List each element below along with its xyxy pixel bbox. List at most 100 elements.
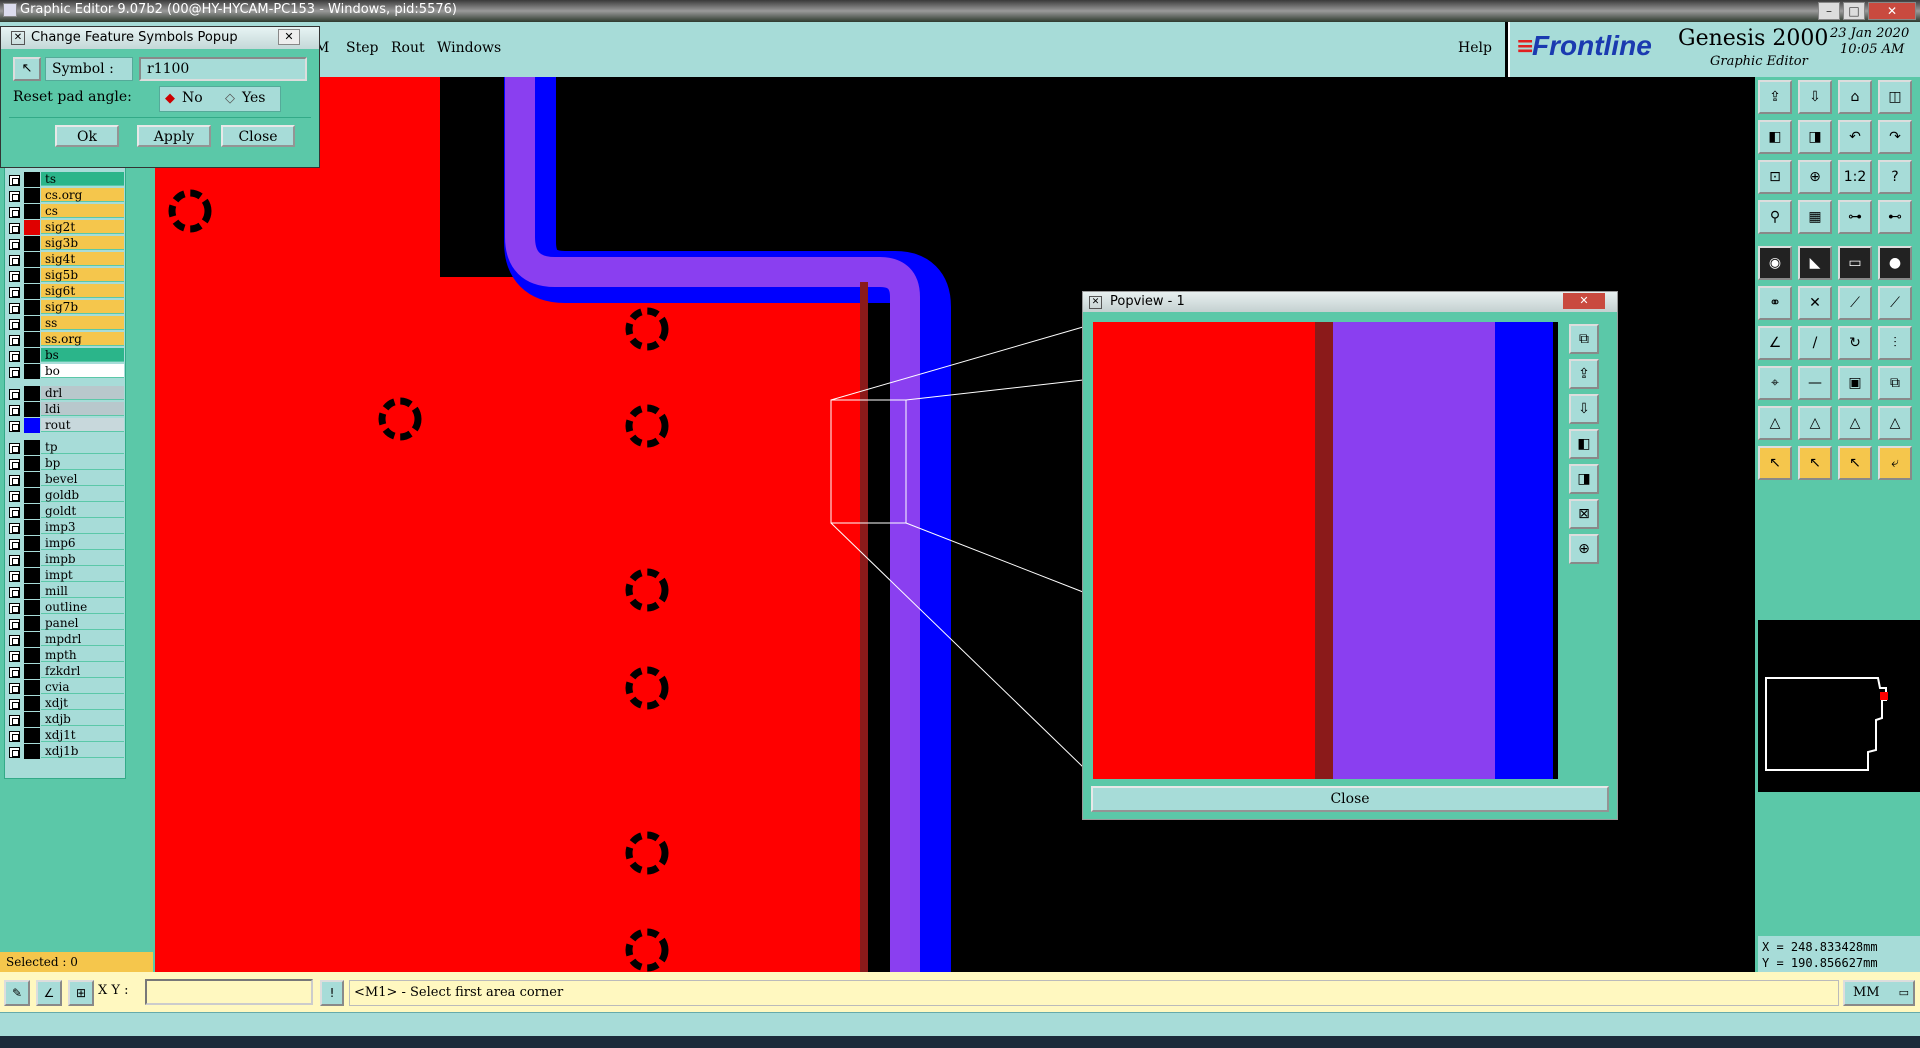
layer-row-impt[interactable]: impt: [4, 568, 124, 583]
layer-checkbox[interactable]: [9, 555, 20, 566]
triangle3-icon[interactable]: △: [1838, 406, 1872, 440]
open-icon[interactable]: ⇪: [1758, 80, 1792, 114]
layer-row-cs[interactable]: cs: [4, 204, 124, 219]
layer-row-bs[interactable]: bs: [4, 348, 124, 363]
layer-name[interactable]: mill: [41, 584, 124, 598]
triangle4-icon[interactable]: △: [1878, 406, 1912, 440]
split-icon[interactable]: ◫: [1878, 80, 1912, 114]
layer-name[interactable]: sig2t: [41, 220, 124, 234]
layer-name[interactable]: fzkdrl: [41, 664, 124, 678]
menu-item-help[interactable]: Help: [1458, 40, 1492, 56]
layer-row-imp6[interactable]: imp6: [4, 536, 124, 551]
angle-icon[interactable]: ∠: [36, 980, 62, 1006]
layer-name[interactable]: bs: [41, 348, 124, 362]
layer-row-drl[interactable]: drl: [4, 386, 124, 401]
layer-row-goldb[interactable]: goldb: [4, 488, 124, 503]
overview-map[interactable]: [1758, 620, 1920, 792]
connect-icon[interactable]: ⟋: [1838, 286, 1872, 320]
layer-row-sig6t[interactable]: sig6t: [4, 284, 124, 299]
home-icon[interactable]: ⌂: [1838, 80, 1872, 114]
measure-icon[interactable]: ⊶: [1838, 200, 1872, 234]
layer-name[interactable]: sig3b: [41, 236, 124, 250]
symbol-input[interactable]: r1100: [139, 57, 307, 81]
layer-checkbox[interactable]: [9, 459, 20, 470]
slash-icon[interactable]: /: [1798, 326, 1832, 360]
layer-checkbox[interactable]: [9, 239, 20, 250]
layer-name[interactable]: xdjt: [41, 696, 124, 710]
ok-button[interactable]: Ok: [55, 125, 119, 147]
layer-name[interactable]: xdj1b: [41, 744, 124, 758]
box-icon[interactable]: ▣: [1838, 366, 1872, 400]
popview-center-icon[interactable]: ⊕: [1569, 534, 1599, 564]
layer-row-imp3[interactable]: imp3: [4, 520, 124, 535]
layer-checkbox[interactable]: [9, 335, 20, 346]
zoom-center-icon[interactable]: ⊕: [1798, 160, 1832, 194]
rotate-icon[interactable]: ↻: [1838, 326, 1872, 360]
layer-row-xdjt[interactable]: xdjt: [4, 696, 124, 711]
layer-name[interactable]: cs: [41, 204, 124, 218]
layer-checkbox[interactable]: [9, 699, 20, 710]
grid-icon[interactable]: ▦: [1798, 200, 1832, 234]
popview-close-icon[interactable]: ✕: [1563, 293, 1605, 309]
close-window-button[interactable]: ✕: [1868, 2, 1916, 20]
layer-checkbox[interactable]: [9, 715, 20, 726]
layer-checkbox[interactable]: [9, 507, 20, 518]
undo-icon[interactable]: ↶: [1838, 120, 1872, 154]
popview-fit-icon[interactable]: ⊠: [1569, 499, 1599, 529]
layer-checkbox[interactable]: [9, 303, 20, 314]
layer-row-xdj1t[interactable]: xdj1t: [4, 728, 124, 743]
layer-row-cs-org[interactable]: cs.org: [4, 188, 124, 203]
line-icon[interactable]: ◣: [1798, 246, 1832, 280]
layer-name[interactable]: sig6t: [41, 284, 124, 298]
layer-checkbox[interactable]: [9, 405, 20, 416]
select3-icon[interactable]: ↖: [1838, 446, 1872, 480]
layer-name[interactable]: mpth: [41, 648, 124, 662]
layer-checkbox[interactable]: [9, 223, 20, 234]
layer-name[interactable]: ss: [41, 316, 124, 330]
connect2-icon[interactable]: ⟋: [1878, 286, 1912, 320]
popview-open-icon[interactable]: ⇪: [1569, 359, 1599, 389]
layer-name[interactable]: bevel: [41, 472, 124, 486]
popview-left-icon[interactable]: ◧: [1569, 429, 1599, 459]
layer-name[interactable]: rout: [41, 418, 124, 432]
layer-checkbox[interactable]: [9, 587, 20, 598]
angle-icon[interactable]: ∠: [1758, 326, 1792, 360]
layer-name[interactable]: ldi: [41, 402, 124, 416]
drill-icon[interactable]: ⌖: [1758, 366, 1792, 400]
radio-yes-icon[interactable]: ◇: [225, 91, 235, 106]
layer-name[interactable]: sig4t: [41, 252, 124, 266]
layer-row-goldt[interactable]: goldt: [4, 504, 124, 519]
layer-checkbox[interactable]: [9, 635, 20, 646]
layer-row-ldi[interactable]: ldi: [4, 402, 124, 417]
pick-symbol-icon[interactable]: ↖: [13, 57, 41, 81]
layer-name[interactable]: cs.org: [41, 188, 124, 202]
layer-row-ss[interactable]: ss: [4, 316, 124, 331]
layer-checkbox[interactable]: [9, 571, 20, 582]
arrow-left-icon[interactable]: ◧: [1758, 120, 1792, 154]
layer-name[interactable]: cvia: [41, 680, 124, 694]
popview-save-icon[interactable]: ⇩: [1569, 394, 1599, 424]
layer-row-bo[interactable]: bo: [4, 364, 124, 379]
layer-checkbox[interactable]: [9, 603, 20, 614]
layer-checkbox[interactable]: [9, 619, 20, 630]
layer-checkbox[interactable]: [9, 667, 20, 678]
layer-row-tp[interactable]: tp: [4, 440, 124, 455]
grid-icon[interactable]: ⊞: [68, 980, 94, 1006]
layer-checkbox[interactable]: [9, 287, 20, 298]
triangle2-icon[interactable]: △: [1798, 406, 1832, 440]
layer-name[interactable]: goldb: [41, 488, 124, 502]
xy-input[interactable]: [145, 979, 313, 1005]
layer-name[interactable]: outline: [41, 600, 124, 614]
layer-name[interactable]: imp6: [41, 536, 124, 550]
save-icon[interactable]: ⇩: [1798, 80, 1832, 114]
help-icon[interactable]: ?: [1878, 160, 1912, 194]
layer-row-sig4t[interactable]: sig4t: [4, 252, 124, 267]
popview-right-icon[interactable]: ◨: [1569, 464, 1599, 494]
popup-close-icon[interactable]: ✕: [278, 29, 300, 45]
layer-checkbox[interactable]: [9, 731, 20, 742]
info-icon[interactable]: !: [320, 980, 344, 1006]
layer-name[interactable]: goldt: [41, 504, 124, 518]
radio-no-label[interactable]: No: [182, 90, 203, 106]
layer-row-sig7b[interactable]: sig7b: [4, 300, 124, 315]
layer-row-impb[interactable]: impb: [4, 552, 124, 567]
